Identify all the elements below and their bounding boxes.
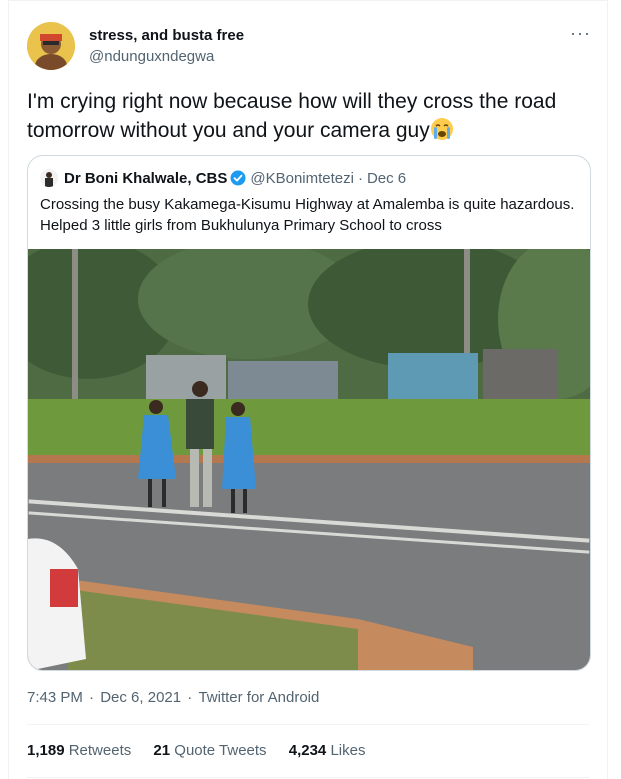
tweet-time[interactable]: 7:43 PM — [27, 689, 83, 706]
divider — [27, 777, 589, 778]
quoted-display-name[interactable]: Dr Boni Khalwale, CBS — [64, 170, 227, 187]
quoted-author-line: Dr Boni Khalwale, CBS @KBonimtetezi · Dec … — [64, 170, 406, 187]
quoted-date[interactable]: Dec 6 — [367, 170, 406, 187]
quoted-text: Crossing the busy Kakamega-Kisumu Highwa… — [40, 196, 575, 234]
tweet-date[interactable]: Dec 6, 2021 — [100, 689, 181, 706]
tweet-body: I'm crying right now because how will th… — [27, 90, 557, 142]
meta-separator: · — [84, 689, 99, 706]
meta-separator: · — [183, 689, 197, 706]
loudly-crying-face-emoji-icon — [430, 118, 453, 140]
quoted-photo[interactable] — [28, 249, 590, 671]
quoted-handle[interactable]: @KBonimtetezi — [250, 170, 354, 187]
quote-tweets-count: 21 — [153, 742, 171, 759]
tweet-card: stress, and busta free @ndunguxndegwa ··… — [8, 0, 608, 779]
tweet-source[interactable]: Twitter for Android — [198, 689, 319, 706]
quote-tweets-label: Quote Tweets — [174, 742, 267, 759]
author-handle[interactable]: @ndunguxndegwa — [89, 48, 214, 65]
likes-stat[interactable]: 4,234 Likes — [289, 742, 366, 759]
divider — [27, 724, 589, 725]
quote-tweets-stat[interactable]: 21 Quote Tweets — [153, 742, 266, 759]
more-options-icon[interactable]: ··· — [570, 23, 591, 44]
author-display-name[interactable]: stress, and busta free — [89, 27, 244, 44]
retweets-stat[interactable]: 1,189 Retweets — [27, 742, 131, 759]
author-avatar[interactable] — [27, 22, 75, 70]
quoted-tweet[interactable]: Dr Boni Khalwale, CBS @KBonimtetezi · Dec … — [27, 155, 591, 671]
quoted-separator: · — [357, 170, 363, 187]
likes-count: 4,234 — [288, 742, 327, 759]
likes-label: Likes — [330, 742, 366, 759]
tweet-stats: 1,189 Retweets 21 Quote Tweets 4,234 Lik… — [27, 742, 383, 759]
retweets-count: 1,189 — [27, 742, 65, 759]
quoted-author-avatar — [40, 169, 58, 187]
tweet-text: I'm crying right now because how will th… — [27, 87, 592, 145]
retweets-label: Retweets — [68, 742, 132, 759]
verified-badge-icon — [230, 170, 246, 186]
tweet-meta: 7:43 PM · Dec 6, 2021 · Twitter for Andr… — [27, 689, 319, 706]
